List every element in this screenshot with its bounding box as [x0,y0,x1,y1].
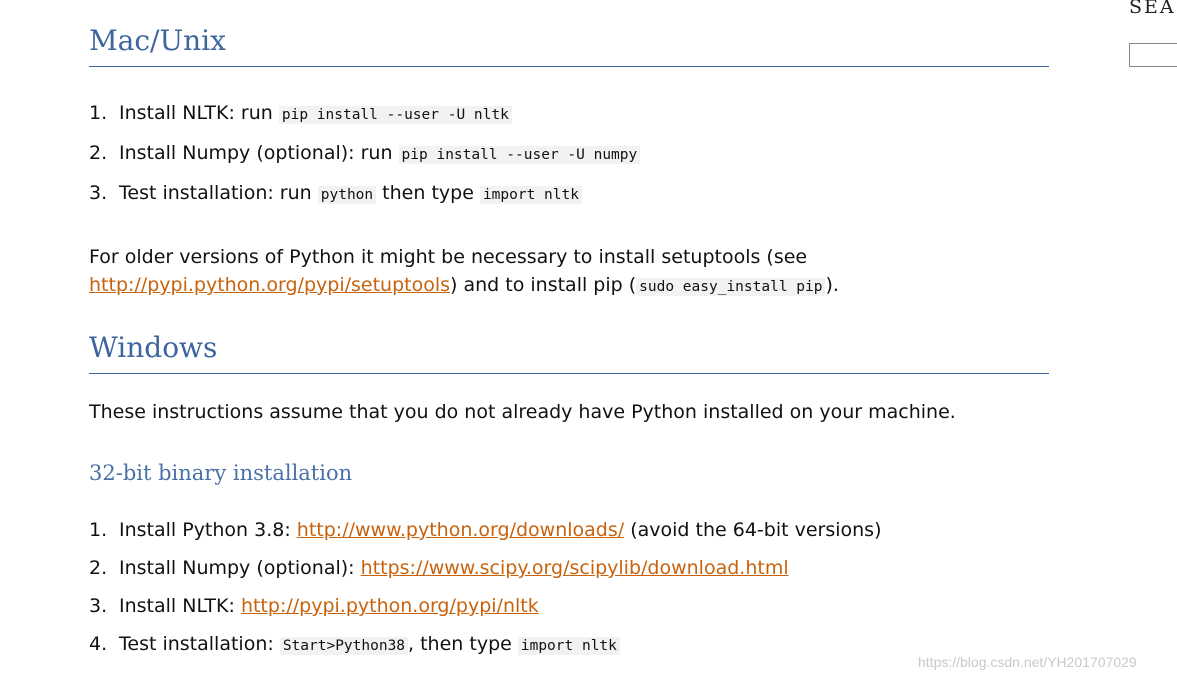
step-text: (avoid the 64-bit versions) [624,519,882,541]
list-item: 3. Install NLTK: http://pypi.python.org/… [89,594,1049,632]
note-text: ). [825,274,839,296]
step-text: Install NLTK: [119,595,241,617]
step-text: Install Numpy (optional): run [119,142,399,164]
list-item: 2. Install Numpy (optional): https://www… [89,556,1049,594]
list-number: 2. [89,142,108,164]
step-text: , then type [408,633,518,655]
list-item: 1. Install NLTK: run pip install --user … [89,101,1049,141]
step-text: Test installation: [119,633,280,655]
list-item: 1. Install Python 3.8: http://www.python… [89,518,1049,556]
step-text: Test installation: run [119,182,318,204]
code-snippet: python [317,186,377,204]
step-text: Install Numpy (optional): [119,557,361,579]
code-snippet: sudo easy_install pip [636,278,826,296]
list-number: 3. [89,595,108,617]
setuptools-link[interactable]: http://pypi.python.org/pypi/setuptools [89,274,450,296]
search-label: SEA [1129,0,1176,18]
step-text: then type [376,182,480,204]
python-download-link[interactable]: http://www.python.org/downloads/ [297,519,624,541]
list-number: 1. [89,102,108,124]
code-snippet: pip install --user -U numpy [398,146,641,164]
note-text: For older versions of Python it might be… [89,246,808,268]
watermark: https://blog.csdn.net/YH201707029 [918,654,1137,670]
mac-unix-heading: Mac/Unix [89,24,1049,67]
step-text: Install NLTK: run [119,102,279,124]
list-item: 2. Install Numpy (optional): run pip ins… [89,141,1049,181]
windows-intro: These instructions assume that you do no… [89,401,956,423]
code-snippet: import nltk [479,186,582,204]
code-snippet: pip install --user -U nltk [278,106,512,124]
search-input[interactable] [1129,43,1177,67]
binary-install-subheading: 32-bit binary installation [89,461,353,485]
code-snippet: import nltk [517,637,620,655]
main-content: Mac/Unix 1. Install NLTK: run pip instal… [89,0,1049,670]
note-text: ) and to install pip ( [450,274,637,296]
numpy-download-link[interactable]: https://www.scipy.org/scipylib/download.… [361,557,789,579]
nltk-download-link[interactable]: http://pypi.python.org/pypi/nltk [241,595,539,617]
step-text: Install Python 3.8: [119,519,297,541]
setuptools-note: For older versions of Python it might be… [89,243,1049,301]
list-number: 1. [89,519,108,541]
list-number: 4. [89,633,108,655]
list-item: 3. Test installation: run python then ty… [89,181,1049,221]
list-item: 4. Test installation: Start>Python38, th… [89,632,1049,670]
mac-steps-list: 1. Install NLTK: run pip install --user … [89,101,1049,221]
windows-steps-list: 1. Install Python 3.8: http://www.python… [89,518,1049,670]
list-number: 3. [89,182,108,204]
windows-heading: Windows [89,331,1049,374]
list-number: 2. [89,557,108,579]
code-snippet: Start>Python38 [279,637,409,655]
